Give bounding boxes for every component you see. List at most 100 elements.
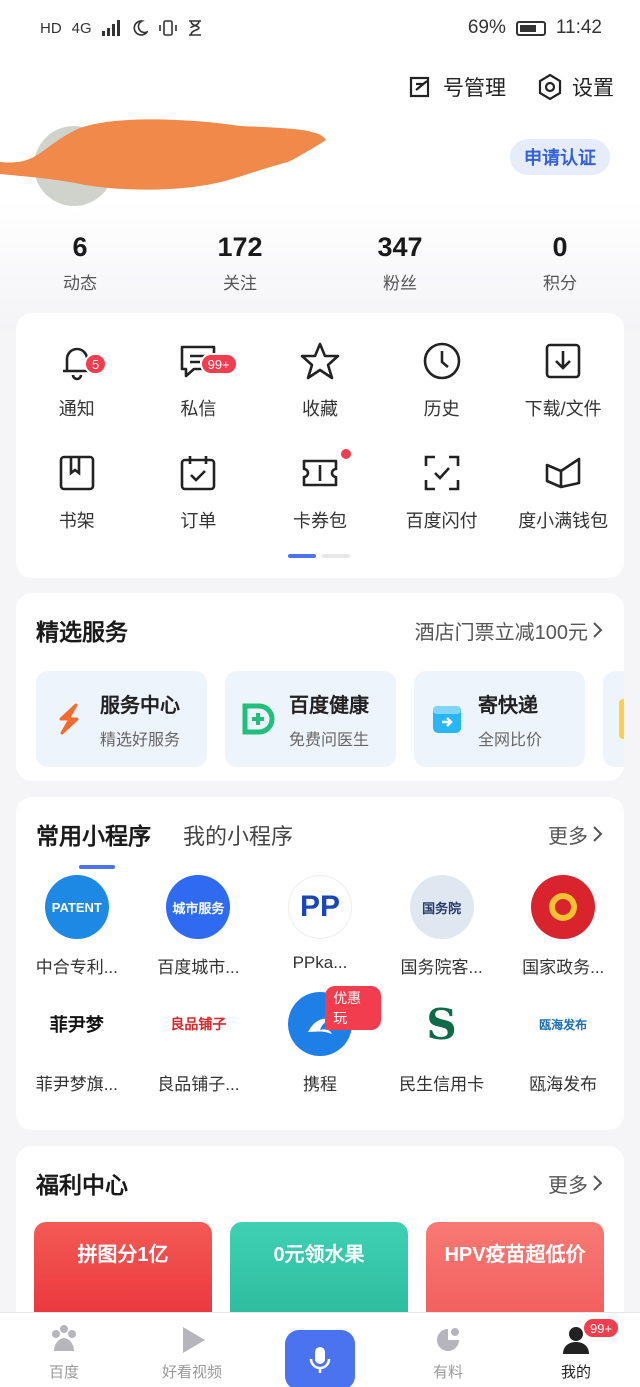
tab-my-mini-programs[interactable]: 我的小程序 [183,819,293,851]
mic-icon [309,1347,331,1373]
grid-item-label: 卡券包 [292,511,347,531]
stat-followers[interactable]: 347 粉丝 [320,232,480,294]
express-delivery-tile[interactable]: 寄快递 全网比价 [414,671,585,767]
page-dot [322,554,350,558]
state-council-logo: 国务院 [409,875,474,939]
stat-number: 172 [217,232,263,262]
vibrate-icon [158,20,177,36]
coupon-dot-badge [341,449,352,459]
baidu-paw-icon [52,1325,76,1351]
grid-item-label: 百度闪付 [405,511,478,531]
service-subtitle: 免费问医生 [289,731,370,749]
mini-program-item[interactable]: PATENT 中合专利... [16,875,138,978]
grid-item-history[interactable]: 历史 [381,335,503,447]
mini-program-item[interactable]: 城市服务 百度城市... [138,875,260,978]
account-manage-icon [409,76,430,98]
message-badge: 99+ [199,353,238,375]
grid-item-label: 收藏 [301,399,338,419]
network-icon: 4G [71,19,92,37]
nav-youliao[interactable]: 有料 [384,1313,512,1382]
settings-button[interactable]: 设置 [536,72,614,102]
hourglass-icon [188,20,201,36]
nav-baidu[interactable]: 百度 [0,1313,128,1382]
mini-program-tabs: 常用小程序 我的小程序 [36,817,293,869]
mini-programs-more-link[interactable]: 更多 [548,820,604,849]
mini-program-item[interactable]: PP PPka... [259,875,381,978]
mini-program-item[interactable]: 国家政务... [502,875,624,978]
mine-badge: 99+ [582,1317,621,1339]
mini-program-name: 携程 [302,1075,337,1094]
grid-page-indicator [288,554,350,558]
gear-icon [538,73,562,101]
promo-text: 酒店门票立减100元 [414,621,588,644]
grid-item-coupons[interactable]: 卡券包 [259,447,381,559]
mini-program-grid: PATENT 中合专利... 城市服务 百度城市... PP PPka... 国… [16,851,624,1095]
clock-icon [423,342,460,380]
mini-program-item[interactable]: 菲尹梦 菲尹梦旗... [16,992,138,1095]
account-manage-label: 号管理 [443,77,506,100]
profile-stats: 6 动态 172 关注 347 粉丝 0 积分 [0,232,640,294]
grid-item-bookshelf[interactable]: 书架 [16,447,138,559]
download-icon [545,343,581,379]
grid-item-notifications[interactable]: 5 通知 [16,335,138,447]
mini-program-item[interactable]: S 民生信用卡 [381,992,503,1095]
emblem-icon [549,893,578,921]
account-manage-button[interactable]: 号管理 [407,72,506,102]
stat-posts[interactable]: 6 动态 [0,232,160,294]
mini-program-name: 瓯海发布 [529,1075,598,1094]
header-actions: 号管理 设置 [407,72,614,102]
grid-item-baidu-pay[interactable]: 百度闪付 [381,447,503,559]
hd-icon: HD [40,19,62,37]
stat-number: 0 [552,232,568,262]
mini-program-item[interactable]: 瓯海发布 瓯海发布 [502,992,624,1095]
grid-item-downloads[interactable]: 下载/文件 [502,335,624,447]
voice-search-button[interactable] [285,1330,355,1387]
service-tile-partial[interactable] [603,671,624,767]
welfare-title: 福利中心 [36,1172,128,1198]
tab-common-mini-programs[interactable]: 常用小程序 [36,817,151,869]
stat-label: 关注 [223,274,257,293]
services-promo-link[interactable]: 酒店门票立减100元 [415,616,604,645]
stat-points[interactable]: 0 积分 [480,232,640,294]
nav-mine[interactable]: 99+ 我的 [512,1313,640,1382]
nav-label: 好看视频 [161,1364,222,1381]
nav-voice-search[interactable] [256,1313,384,1387]
grid-item-wallet[interactable]: 度小满钱包 [502,447,624,559]
mini-program-name: 民生信用卡 [399,1075,485,1094]
welfare-more-link[interactable]: 更多 [548,1169,604,1198]
service-title: 寄快递 [478,694,538,717]
settings-label: 设置 [572,77,614,100]
quick-access-grid: 5 通知 99+ 私信 收藏 历史 下载/文件 书架 订单 卡券包 百度闪付 度… [16,313,624,559]
parcel-icon [433,706,461,733]
grid-item-label: 书架 [58,511,95,531]
moon-icon [133,20,148,36]
stat-following[interactable]: 172 关注 [160,232,320,294]
battery-icon [515,20,546,36]
mini-program-name: 菲尹梦旗... [35,1075,118,1094]
page-dot-active [288,554,316,558]
grid-item-favorites[interactable]: 收藏 [259,335,381,447]
patent-logo: PATENT [44,875,109,939]
status-left-icons: HD 4G [40,20,202,37]
order-icon [181,456,216,491]
mini-program-item[interactable]: 国务院 国务院客... [381,875,503,978]
more-label: 更多 [548,1174,588,1197]
mini-program-item[interactable]: 优惠玩 携程 [259,986,381,1095]
city-service-logo: 城市服务 [166,875,231,939]
redacted-username-scribble [0,119,326,190]
mini-program-name: 国家政务... [522,958,605,977]
mini-program-item[interactable]: 良品铺子 良品铺子... [138,992,260,1095]
baidu-health-tile[interactable]: 百度健康 免费问医生 [225,671,396,767]
stat-number: 347 [377,232,423,262]
play-icon [183,1327,205,1353]
service-center-tile[interactable]: 服务中心 精选好服务 [36,671,207,767]
card-header: 常用小程序 我的小程序 更多 [16,797,624,869]
nav-label: 我的 [560,1364,591,1381]
apply-certification-button[interactable]: 申请认证 [510,139,610,175]
grid-item-messages[interactable]: 99+ 私信 [138,335,260,447]
bottom-navigation: 百度 好看视频 有料 99+ 我的 [0,1312,640,1387]
nav-haokan-video[interactable]: 好看视频 [128,1313,256,1382]
featured-services-card: 精选服务 酒店门票立减100元 服务中心 精选好服务 百度健康 免费问医生 寄快递全… [16,593,624,781]
grid-item-orders[interactable]: 订单 [138,447,260,559]
chevron-right-icon [593,826,603,842]
